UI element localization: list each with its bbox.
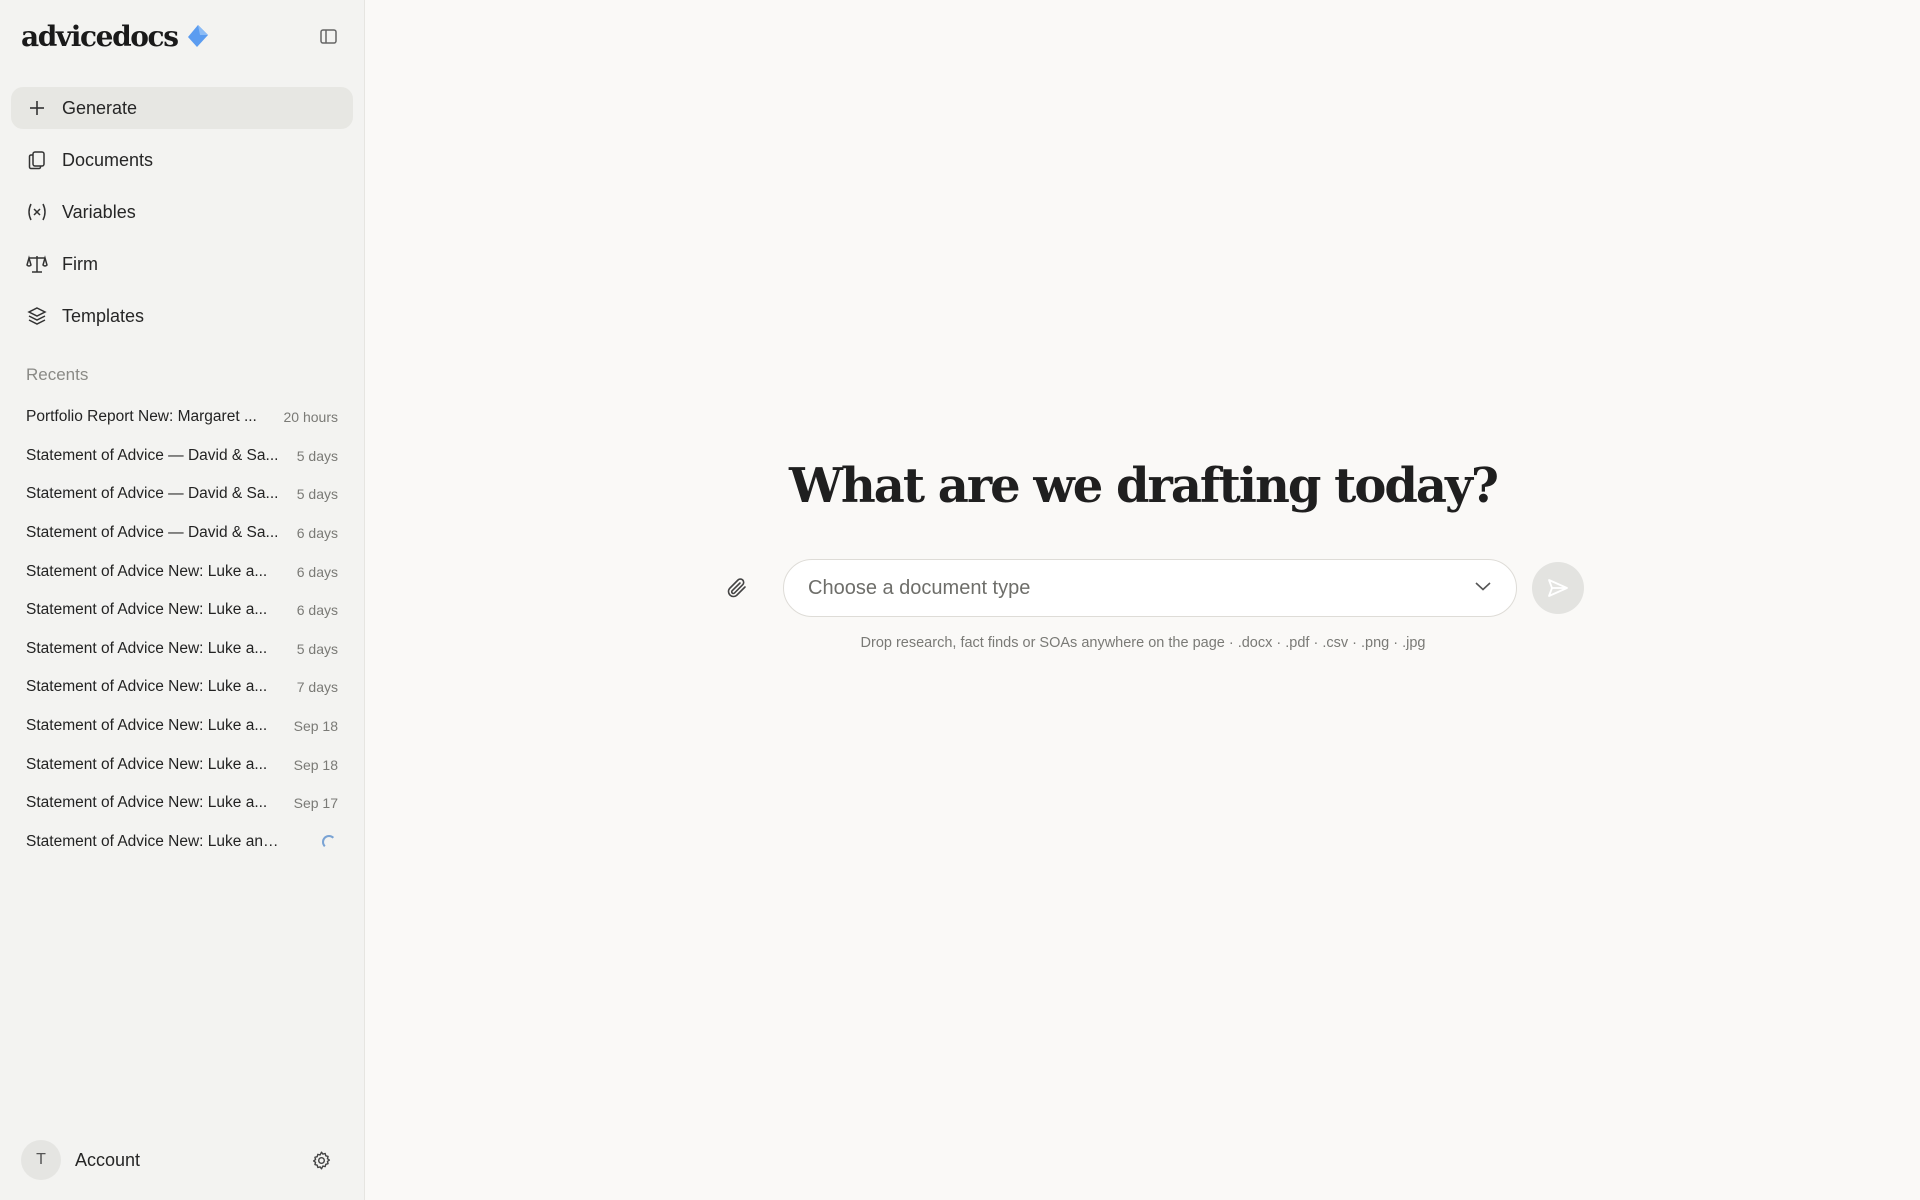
layers-icon (26, 305, 48, 327)
nav-item-firm[interactable]: Firm (11, 243, 353, 285)
recent-time: 6 days (296, 602, 338, 619)
recent-title: Statement of Advice New: Luke a... (26, 639, 268, 657)
recent-time: 5 days (296, 486, 338, 503)
recent-title: Statement of Advice New: Luke and ... (26, 832, 280, 850)
recent-item[interactable]: Statement of Advice New: Luke a... 5 days (26, 630, 338, 669)
plus-icon (26, 97, 48, 119)
nav-label: Documents (62, 149, 154, 170)
account-row[interactable]: T Account (21, 1140, 341, 1180)
recent-item[interactable]: Portfolio Report New: Margaret ... 20 hou… (26, 398, 338, 437)
brand-logo[interactable]: advicedocs (21, 16, 210, 56)
brand-diamond-icon (187, 25, 208, 47)
recent-title: Statement of Advice — David & Sa... (26, 485, 279, 503)
nav-item-generate[interactable]: Generate (11, 87, 353, 129)
recent-time: Sep 17 (293, 795, 338, 812)
recent-title: Statement of Advice New: Luke a... (26, 755, 268, 773)
nav-label: Firm (62, 253, 98, 274)
recent-item[interactable]: Statement of Advice New: Luke a... 6 days (26, 591, 338, 630)
recent-title: Statement of Advice New: Luke a... (26, 717, 268, 735)
page-title: What are we drafting today? (788, 458, 1499, 514)
select-placeholder: Choose a document type (808, 576, 1031, 599)
nav-label: Variables (62, 201, 136, 222)
recent-title: Statement of Advice New: Luke a... (26, 601, 268, 619)
main-nav: Generate Documents Variables Firm Templa… (11, 87, 353, 347)
recent-item[interactable]: Statement of Advice New: Luke a... 7 days (26, 668, 338, 707)
recent-item[interactable]: Statement of Advice New: Luke a... Sep 17 (26, 784, 338, 823)
nav-label: Generate (62, 97, 138, 118)
drop-hint: Drop research, fact finds or SOAs anywhe… (860, 635, 1426, 651)
paperclip-icon[interactable] (724, 574, 750, 602)
recent-title: Statement of Advice New: Luke a... (26, 678, 268, 696)
recents-heading: Recents (26, 365, 89, 384)
recent-item[interactable]: Statement of Advice — David & Sa... 5 day… (26, 437, 338, 476)
recent-time: 5 days (296, 447, 338, 464)
recent-time: 6 days (296, 525, 338, 542)
scales-icon (26, 253, 48, 275)
recent-item[interactable]: Statement of Advice New: Luke and ... (26, 823, 338, 862)
sidebar-toggle-icon[interactable] (316, 24, 340, 48)
recent-item[interactable]: Statement of Advice New: Luke a... 6 days (26, 552, 338, 591)
sidebar: advicedocs Generate Documents Variables … (0, 0, 365, 1200)
send-icon (1548, 579, 1568, 597)
main-content: What are we drafting today? Choose a doc… (366, 0, 1920, 1200)
nav-item-documents[interactable]: Documents (11, 139, 353, 181)
recent-time: 6 days (296, 563, 338, 580)
loading-spinner-icon (322, 834, 336, 849)
chevron-down-icon (1474, 579, 1492, 597)
nav-label: Templates (62, 305, 145, 326)
recent-title: Statement of Advice New: Luke a... (26, 794, 268, 812)
brand-name: advicedocs (21, 19, 179, 53)
recent-time: 20 hours (283, 409, 338, 426)
recent-time: 7 days (296, 679, 338, 696)
send-button[interactable] (1532, 562, 1584, 614)
recent-title: Portfolio Report New: Margaret ... (26, 408, 257, 426)
recent-time: Sep 18 (293, 756, 338, 773)
recent-title: Statement of Advice — David & Sa... (26, 524, 279, 542)
recent-item[interactable]: Statement of Advice New: Luke a... Sep 18 (26, 745, 338, 784)
recent-item[interactable]: Statement of Advice — David & Sa... 6 day… (26, 514, 338, 553)
nav-item-templates[interactable]: Templates (11, 295, 353, 337)
recent-item[interactable]: Statement of Advice New: Luke a... Sep 18 (26, 707, 338, 746)
recent-time: Sep 18 (293, 718, 338, 735)
avatar[interactable]: T (21, 1140, 61, 1180)
variable-icon (26, 201, 48, 223)
document-type-select[interactable]: Choose a document type (783, 559, 1517, 617)
account-label[interactable]: Account (75, 1150, 309, 1171)
documents-icon (26, 149, 48, 171)
recent-item[interactable]: Statement of Advice — David & Sa... 5 day… (26, 475, 338, 514)
recents-list: Portfolio Report New: Margaret ... 20 hou… (26, 398, 338, 861)
recent-title: Statement of Advice New: Luke a... (26, 562, 268, 580)
recent-time: 5 days (296, 640, 338, 657)
gear-icon[interactable] (309, 1148, 333, 1172)
nav-item-variables[interactable]: Variables (11, 191, 353, 233)
recent-title: Statement of Advice — David & Sa... (26, 446, 279, 464)
